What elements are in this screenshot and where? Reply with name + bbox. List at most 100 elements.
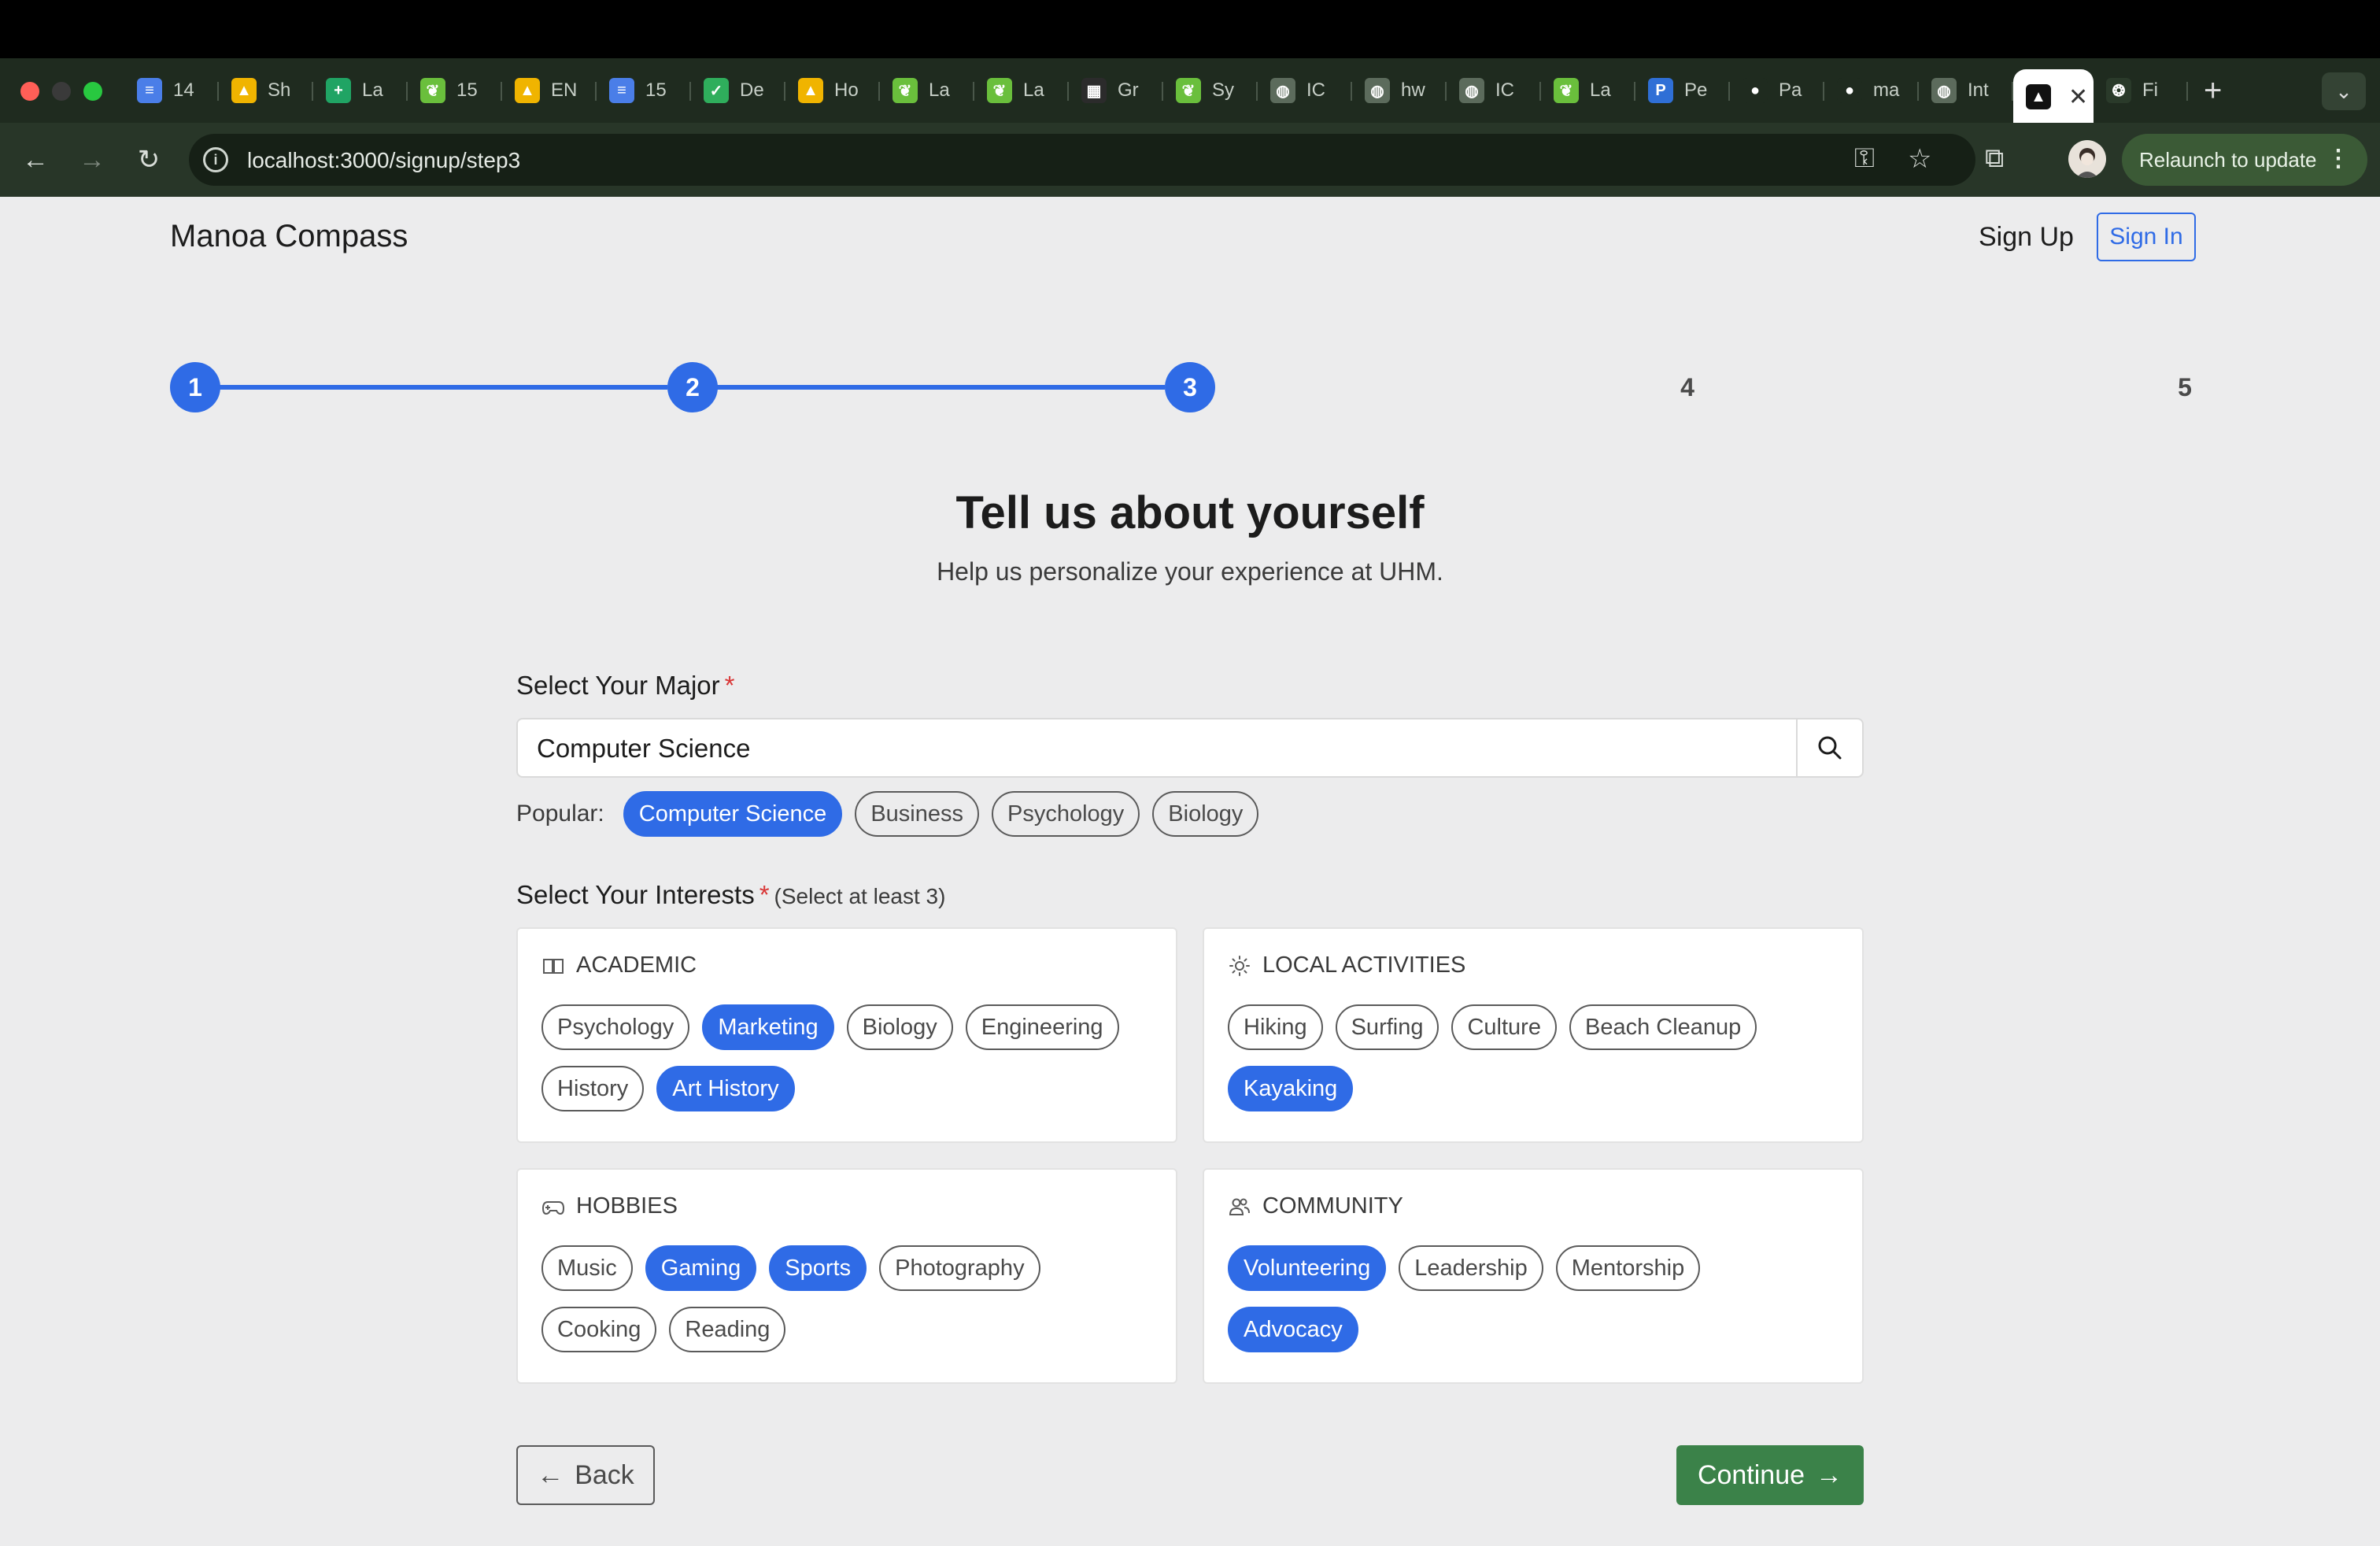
interest-chip-mentorship[interactable]: Mentorship: [1555, 1245, 1701, 1291]
interest-chip-psychology[interactable]: Psychology: [541, 1004, 690, 1050]
step-2-indicator: 2: [667, 362, 718, 412]
address-bar[interactable]: i localhost:3000/signup/step3: [189, 134, 1975, 186]
sign-in-button[interactable]: Sign In: [2097, 213, 2196, 261]
browser-tab[interactable]: ◍ hw: [1352, 66, 1447, 115]
relaunch-to-update-button[interactable]: Relaunch to update ⋮: [2122, 134, 2367, 186]
popular-major-chip-psychology[interactable]: Psychology: [991, 791, 1140, 837]
interest-chip-engineering[interactable]: Engineering: [965, 1004, 1119, 1050]
tab-favicon-icon: ◍: [1365, 78, 1390, 103]
browser-tab[interactable]: ● ma: [1824, 66, 1919, 115]
popular-major-chip-business[interactable]: Business: [855, 791, 979, 837]
browser-tab[interactable]: ❂ Fi: [2094, 66, 2188, 115]
browser-tab[interactable]: ▲ Ho: [785, 66, 880, 115]
major-search-field: [516, 718, 1864, 778]
reload-icon[interactable]: ↻: [129, 140, 168, 179]
extensions-icon[interactable]: ⧉: [1985, 143, 2004, 174]
browser-tab[interactable]: + La: [313, 66, 408, 115]
forward-nav-icon[interactable]: →: [72, 140, 112, 179]
tab-favicon-icon: +: [326, 78, 351, 103]
tab-favicon-icon: ●: [1837, 78, 1862, 103]
major-search-input[interactable]: [537, 732, 1765, 765]
interest-chip-photography[interactable]: Photography: [879, 1245, 1040, 1291]
browser-tab[interactable]: ❦ La: [974, 66, 1069, 115]
popular-major-chip-computer-science[interactable]: Computer Science: [623, 791, 843, 837]
browser-tab[interactable]: ❦ La: [880, 66, 974, 115]
browser-tab[interactable]: ▲ EN: [502, 66, 597, 115]
card-title: LOCAL ACTIVITIES: [1228, 952, 1465, 978]
interest-chip-advocacy[interactable]: Advocacy: [1228, 1307, 1358, 1352]
card-title: COMMUNITY: [1228, 1193, 1403, 1219]
window-zoom-button[interactable]: [83, 82, 102, 101]
sign-up-link[interactable]: Sign Up: [1979, 222, 2074, 253]
step-4-indicator: 4: [1680, 372, 1694, 401]
interest-chip-marketing[interactable]: Marketing: [702, 1004, 834, 1050]
browser-tab[interactable]: ◍ IC: [1258, 66, 1352, 115]
bookmark-star-icon[interactable]: ☆: [1908, 143, 1931, 175]
step-5-indicator: 5: [2178, 372, 2192, 401]
arrow-left-icon: ←: [537, 1459, 564, 1490]
password-key-icon[interactable]: ⚿: [1854, 143, 1875, 174]
browser-tab[interactable]: ≡ 14: [124, 66, 219, 115]
interest-chip-reading[interactable]: Reading: [669, 1307, 786, 1352]
gamepad-icon: [541, 1200, 565, 1215]
interest-chip-biology[interactable]: Biology: [846, 1004, 953, 1050]
browser-tab-active[interactable]: ▲ ✕: [2013, 69, 2094, 124]
new-tab-icon[interactable]: +: [2204, 73, 2235, 109]
more-menu-icon[interactable]: ⋮: [2326, 145, 2350, 172]
browser-tab[interactable]: ❦ Sy: [1163, 66, 1258, 115]
browser-tab[interactable]: ▲ Sh: [219, 66, 313, 115]
tab-favicon-icon: ◍: [1459, 78, 1484, 103]
browser-tab[interactable]: ≡ 15: [597, 66, 691, 115]
interests-label: Select Your Interests * (Select at least 3…: [516, 880, 945, 910]
interest-chip-gaming[interactable]: Gaming: [645, 1245, 757, 1291]
search-icon: [1818, 736, 1842, 760]
browser-tab[interactable]: ▦ Gr: [1069, 66, 1163, 115]
close-tab-icon[interactable]: ✕: [2068, 83, 2088, 111]
continue-button[interactable]: Continue →: [1676, 1445, 1864, 1505]
interest-chip-music[interactable]: Music: [541, 1245, 633, 1291]
tab-title: 15: [645, 80, 667, 101]
profile-avatar[interactable]: [2068, 140, 2106, 178]
card-title: HOBBIES: [541, 1193, 678, 1219]
site-info-icon[interactable]: i: [203, 147, 228, 172]
back-button[interactable]: ← Back: [516, 1445, 655, 1505]
tab-favicon-icon: ◍: [1270, 78, 1295, 103]
major-search-button[interactable]: [1796, 719, 1862, 776]
browser-tab[interactable]: ◍ Int: [1919, 66, 2013, 115]
browser-tab[interactable]: ◍ IC: [1447, 66, 1541, 115]
address-bar-url[interactable]: localhost:3000/signup/step3: [247, 148, 520, 173]
back-nav-icon[interactable]: ←: [16, 140, 55, 179]
browser-tab[interactable]: ❦ La: [1541, 66, 1635, 115]
step-3-indicator: 3: [1165, 362, 1215, 412]
browser-tab[interactable]: ● Pa: [1730, 66, 1824, 115]
interest-chip-beach-cleanup[interactable]: Beach Cleanup: [1569, 1004, 1757, 1050]
tab-search-button[interactable]: ⌄: [2322, 72, 2366, 110]
interest-chip-leadership[interactable]: Leadership: [1399, 1245, 1543, 1291]
window-close-button[interactable]: [20, 82, 39, 101]
interest-card-community: COMMUNITY Volunteering Leadership Mentorsh…: [1203, 1168, 1864, 1384]
interest-chip-hiking[interactable]: Hiking: [1228, 1004, 1323, 1050]
browser-tab[interactable]: ❦ 15: [408, 66, 502, 115]
page-title: Tell us about yourself: [955, 487, 1425, 538]
interest-chip-sports[interactable]: Sports: [769, 1245, 867, 1291]
tab-title: De: [740, 80, 764, 101]
interest-chip-art-history[interactable]: Art History: [656, 1066, 795, 1111]
interest-chip-volunteering[interactable]: Volunteering: [1228, 1245, 1387, 1291]
card-title-text: HOBBIES: [576, 1193, 678, 1219]
interest-chip-culture[interactable]: Culture: [1451, 1004, 1557, 1050]
browser-tab[interactable]: ✓ De: [691, 66, 785, 115]
window-minimize-button[interactable]: [52, 82, 71, 101]
tab-title: IC: [1306, 80, 1325, 101]
interest-chip-cooking[interactable]: Cooking: [541, 1307, 657, 1352]
brand-logo-text[interactable]: Manoa Compass: [170, 219, 408, 254]
interest-chip-history[interactable]: History: [541, 1066, 645, 1111]
interest-chip-surfing[interactable]: Surfing: [1335, 1004, 1439, 1050]
popular-major-chip-biology[interactable]: Biology: [1152, 791, 1259, 837]
browser-tab[interactable]: P Pe: [1635, 66, 1730, 115]
tab-favicon-icon: ❦: [987, 78, 1012, 103]
interest-chip-kayaking[interactable]: Kayaking: [1228, 1066, 1354, 1111]
tab-title: Sh: [268, 80, 291, 101]
major-label-text: Select Your Major: [516, 671, 720, 700]
interest-card-academic: ACADEMIC Psychology Marketing Biology Engin…: [516, 927, 1177, 1143]
major-label: Select Your Major *: [516, 671, 735, 701]
